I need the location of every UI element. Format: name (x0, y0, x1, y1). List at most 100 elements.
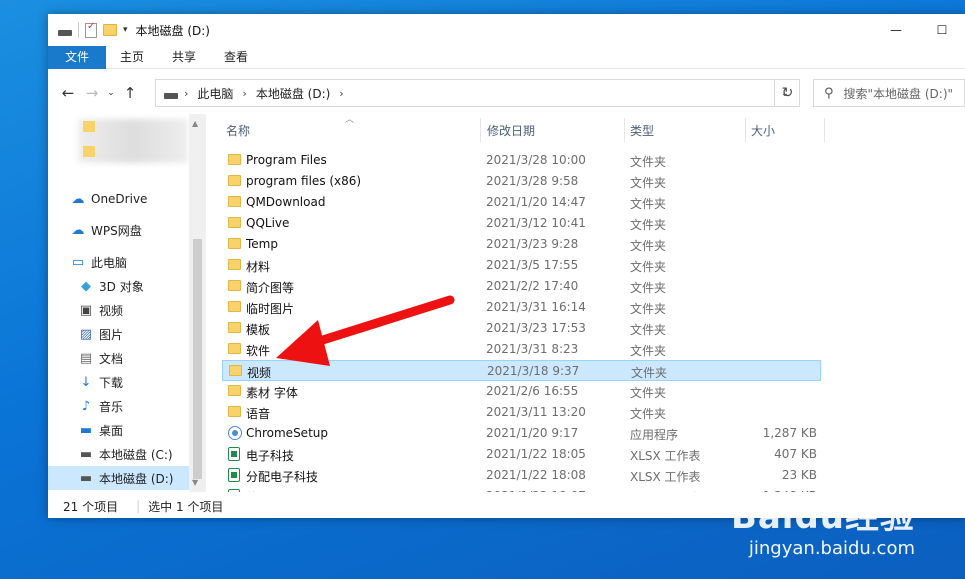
sidebar-item[interactable]: ◆ 3D 对象 (48, 274, 204, 298)
tab-view[interactable]: 查看 (210, 46, 262, 69)
column-divider[interactable] (745, 118, 746, 142)
desktop-icon: ▬ (79, 422, 93, 438)
table-row[interactable]: QQLive 2021/3/12 10:41 文件夹 (222, 213, 821, 234)
table-row[interactable]: Temp 2021/3/23 9:28 文件夹 (222, 234, 821, 255)
file-size: 1,287 KB (762, 426, 817, 440)
folder-icon (228, 343, 241, 354)
sidebar-item-label: 下载 (99, 375, 124, 390)
file-type: 文件夹 (630, 386, 667, 400)
column-name[interactable]: 名称 (226, 122, 250, 139)
table-row[interactable]: 素材 字体 2021/2/6 16:55 文件夹 (222, 381, 821, 402)
file-date: 2021/3/31 8:23 (486, 342, 579, 356)
file-type: 文件夹 (630, 344, 667, 358)
file-name: Program Files (246, 153, 327, 167)
customize-dropdown-icon[interactable]: ▾ (123, 25, 128, 35)
tab-home[interactable]: 主页 (106, 46, 158, 69)
drive-icon (164, 92, 178, 99)
file-name: 分配电子科技 (246, 470, 319, 484)
sidebar-item-label: 桌面 (99, 423, 124, 438)
table-row[interactable]: 分配电子科技 2021/1/22 18:08 XLSX 工作表 23 KB (222, 465, 821, 486)
table-row[interactable]: Program Files 2021/3/28 10:00 文件夹 (222, 150, 821, 171)
chevron-right-icon[interactable]: › (184, 87, 188, 100)
chevron-right-icon[interactable]: › (242, 87, 246, 100)
folder-icon (228, 175, 241, 186)
file-date: 2021/3/5 17:55 (486, 258, 579, 272)
breadcrumb-drive-d[interactable]: 本地磁盘 (D:) (256, 85, 330, 102)
scroll-down-icon[interactable]: ▼ (192, 478, 198, 487)
file-name: 电子科技 (246, 449, 295, 463)
sidebar-item[interactable]: ▬ 本地磁盘 (C:) (48, 442, 204, 466)
nav-scrollbar[interactable]: ▲ ▼ (189, 114, 206, 492)
address-bar[interactable]: › 此电脑 › 本地磁盘 (D:) › ⌄ (155, 79, 800, 107)
file-name: 材料 (246, 260, 271, 274)
scroll-up-icon[interactable]: ▲ (192, 119, 198, 128)
minimize-button[interactable]: — (873, 14, 919, 46)
column-divider[interactable] (480, 118, 481, 142)
file-name: QMDownload (246, 195, 326, 209)
properties-icon[interactable] (85, 21, 97, 38)
column-divider[interactable] (824, 118, 825, 142)
table-row[interactable]: 语音 2021/3/11 13:20 文件夹 (222, 402, 821, 423)
music-icon: ♪ (81, 398, 91, 414)
up-icon[interactable]: ↑ (118, 84, 142, 102)
recent-locations-icon[interactable]: ⌄ (104, 88, 118, 98)
file-date: 2021/3/18 9:37 (487, 364, 580, 378)
column-date[interactable]: 修改日期 (487, 122, 535, 139)
sidebar-item[interactable]: ↓ 下载 (48, 370, 204, 394)
table-row[interactable]: program files (x86) 2021/3/28 9:58 文件夹 (222, 171, 821, 192)
table-row[interactable]: 简介图等 2021/2/2 17:40 文件夹 (222, 276, 821, 297)
drive-icon: ▬ (79, 446, 93, 462)
file-type: 文件夹 (631, 366, 668, 380)
file-name: 视频 (247, 366, 272, 380)
table-row[interactable]: ChromeSetup 2021/1/20 9:17 应用程序 1,287 KB (222, 423, 821, 444)
back-icon[interactable]: ← (56, 84, 80, 102)
sidebar-item[interactable]: ▭ 此电脑 (48, 250, 204, 274)
table-row[interactable]: 模板 2021/3/23 17:53 文件夹 (222, 318, 821, 339)
explorer-window: ▾ 本地磁盘 (D:) — ☐ 文件 主页 共享 查看 ← → ⌄ ↑ › 此电… (48, 14, 965, 518)
folder-icon (228, 259, 241, 270)
table-row[interactable]: 材料 2021/3/5 17:55 文件夹 (222, 255, 821, 276)
table-row[interactable]: 软件 2021/3/31 8:23 文件夹 (222, 339, 821, 360)
table-row[interactable]: QMDownload 2021/1/20 14:47 文件夹 (222, 192, 821, 213)
file-date: 2021/3/11 13:20 (486, 405, 586, 419)
search-input[interactable]: ⚲ 搜索"本地磁盘 (D:)" (813, 79, 965, 107)
column-divider[interactable] (624, 118, 625, 142)
sidebar-item[interactable]: ♪ 音乐 (48, 394, 204, 418)
sidebar-item-label: OneDrive (91, 192, 148, 206)
window-title: 本地磁盘 (D:) (135, 23, 210, 38)
breadcrumb-this-pc[interactable]: 此电脑 (197, 85, 233, 102)
sidebar-item[interactable]: ☁ WPS网盘 (48, 218, 204, 242)
drive-icon: ▬ (79, 470, 93, 486)
file-type: 文件夹 (630, 302, 667, 316)
sidebar-item-label: 音乐 (99, 399, 124, 414)
sidebar-item[interactable]: ▬ 本地磁盘 (D:) (48, 466, 204, 490)
forward-icon[interactable]: → (80, 84, 104, 102)
sidebar-item[interactable]: ▤ 文档 (48, 346, 204, 370)
sidebar-item[interactable]: ▬ 桌面 (48, 418, 204, 442)
file-date: 2021/3/28 10:00 (486, 153, 586, 167)
folder-icon (228, 154, 241, 165)
sidebar-item[interactable]: ▨ 图片 (48, 322, 204, 346)
table-row[interactable]: 临时图片 2021/3/31 16:14 文件夹 (222, 297, 821, 318)
chevron-right-icon[interactable]: › (339, 87, 343, 100)
table-row[interactable]: 电子科技 2021/1/22 18:05 XLSX 工作表 407 KB (222, 444, 821, 465)
computer-icon: ▭ (71, 254, 85, 270)
column-size[interactable]: 大小 (751, 122, 775, 139)
tab-file[interactable]: 文件 (48, 46, 107, 69)
table-row[interactable]: 视频 2021/3/18 9:37 文件夹 (222, 360, 821, 381)
folder-icon (228, 385, 241, 396)
new-folder-icon[interactable] (103, 24, 117, 36)
sidebar-item[interactable]: ☁ OneDrive (48, 187, 204, 211)
refresh-button[interactable]: ↻ (774, 79, 800, 107)
folder-icon (83, 146, 95, 157)
tab-share[interactable]: 共享 (158, 46, 210, 69)
maximize-button[interactable]: ☐ (919, 14, 965, 46)
folder-icon (228, 196, 241, 207)
sidebar-item-label: 3D 对象 (99, 279, 144, 294)
sidebar-item[interactable]: ▣ 视频 (48, 298, 204, 322)
folder-icon (83, 121, 95, 132)
column-type[interactable]: 类型 (630, 122, 654, 139)
sidebar-item-label: 此电脑 (91, 255, 128, 270)
scroll-thumb[interactable] (193, 239, 202, 479)
folder-icon (228, 238, 241, 249)
